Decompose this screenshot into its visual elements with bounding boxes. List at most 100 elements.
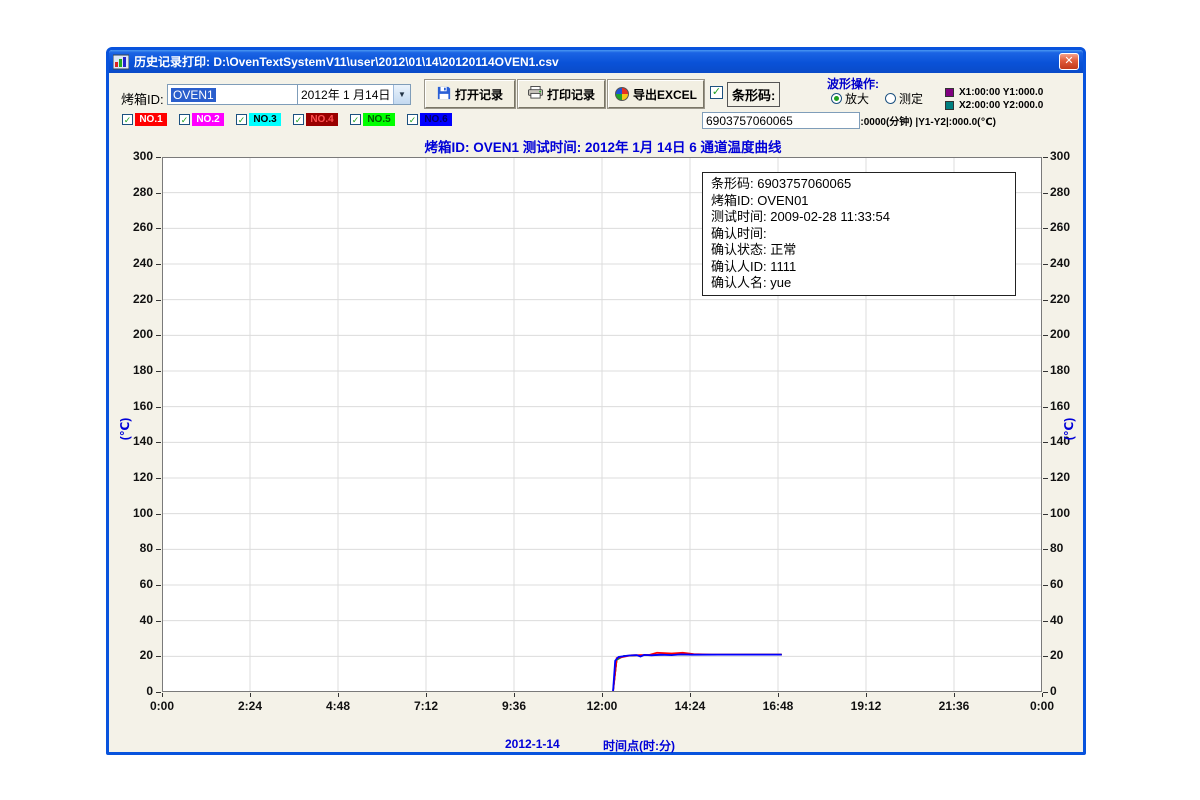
channel-toggles: ✓NO.1✓NO.2✓NO.3✓NO.4✓NO.5✓NO.6 xyxy=(122,113,542,128)
tick-mark xyxy=(1043,335,1048,336)
printer-icon xyxy=(528,86,543,102)
info-line: 条形码: 6903757060065 xyxy=(711,176,1007,193)
oven-id-value: OVEN1 xyxy=(168,88,303,102)
channel-toggle-no4[interactable]: ✓NO.4 xyxy=(293,113,338,126)
barcode-input[interactable] xyxy=(702,112,860,129)
tick-mark xyxy=(1043,621,1048,622)
y-tick-label: 120 xyxy=(1050,470,1086,484)
tick-mark xyxy=(1043,585,1048,586)
channel-label: NO.1 xyxy=(135,113,167,126)
print-record-button[interactable]: 打印记录 xyxy=(518,80,605,108)
y-tick-label: 200 xyxy=(1050,327,1086,341)
y-tick-label: 100 xyxy=(117,506,153,520)
checkbox-icon[interactable]: ✓ xyxy=(122,114,133,125)
y-tick-label: 260 xyxy=(117,220,153,234)
close-button[interactable]: ✕ xyxy=(1059,53,1079,70)
title-bar[interactable]: 历史记录打印: D:\OvenTextSystemV11\user\2012\0… xyxy=(109,50,1083,73)
open-record-button[interactable]: 打开记录 xyxy=(425,80,515,108)
tick-mark xyxy=(156,442,161,443)
x-axis-label: 时间点(时:分) xyxy=(603,737,675,754)
barcode-label: 条形码: xyxy=(727,82,780,107)
tick-mark xyxy=(1043,300,1048,301)
date-select[interactable]: 2012年 1 月14日 ▼ xyxy=(297,84,411,105)
oven-id-label: 烤箱ID: xyxy=(121,89,164,108)
channel-toggle-no6[interactable]: ✓NO.6 xyxy=(407,113,452,126)
y-tick-label: 0 xyxy=(1050,684,1086,698)
y-tick-label: 60 xyxy=(117,577,153,591)
tick-mark xyxy=(426,693,427,697)
tick-mark xyxy=(156,514,161,515)
tick-mark xyxy=(1043,193,1048,194)
chevron-down-icon[interactable]: ▼ xyxy=(393,85,410,104)
tick-mark xyxy=(156,264,161,265)
tick-mark xyxy=(1043,228,1048,229)
tick-mark xyxy=(866,693,867,697)
tick-mark xyxy=(690,693,691,697)
checkbox-icon[interactable]: ✓ xyxy=(179,114,190,125)
tick-mark xyxy=(250,693,251,697)
tick-mark xyxy=(1043,478,1048,479)
zoom-radio-group[interactable]: 放大 xyxy=(831,90,869,107)
y-tick-label: 40 xyxy=(117,613,153,627)
channel-toggle-no2[interactable]: ✓NO.2 xyxy=(179,113,224,126)
y-tick-label: 220 xyxy=(117,292,153,306)
y-tick-label: 300 xyxy=(1050,149,1086,163)
tick-mark xyxy=(156,300,161,301)
y-tick-label: 240 xyxy=(117,256,153,270)
tick-mark xyxy=(778,693,779,697)
info-line: 测试时间: 2009-02-28 11:33:54 xyxy=(711,209,1007,226)
window-title: 历史记录打印: D:\OvenTextSystemV11\user\2012\0… xyxy=(134,53,559,70)
x-axis-date-label: 2012-1-14 xyxy=(505,737,560,751)
tick-mark xyxy=(1043,264,1048,265)
open-record-label: 打开记录 xyxy=(455,86,503,103)
zoom-radio[interactable] xyxy=(831,93,842,104)
tick-mark xyxy=(1043,371,1048,372)
info-line: 确认人ID: 1111 xyxy=(711,259,1007,276)
barcode-checkbox[interactable]: ✓ xyxy=(710,86,723,99)
tick-mark xyxy=(156,157,161,158)
y-tick-label: 120 xyxy=(117,470,153,484)
cursor1-readout: X1:00:00 Y1:000.0 xyxy=(959,87,1043,98)
checkbox-icon[interactable]: ✓ xyxy=(236,114,247,125)
tick-mark xyxy=(156,478,161,479)
tick-mark xyxy=(156,656,161,657)
y-tick-label: 200 xyxy=(117,327,153,341)
y-tick-label: 160 xyxy=(117,399,153,413)
cursor2-color-swatch xyxy=(945,101,954,110)
date-value: 2012年 1 月14日 xyxy=(298,86,393,103)
x-tick-label: 2:24 xyxy=(225,699,275,713)
tick-mark xyxy=(1043,514,1048,515)
channel-label: NO.2 xyxy=(192,113,224,126)
y-tick-label: 0 xyxy=(117,684,153,698)
measure-radio[interactable] xyxy=(885,93,896,104)
tick-mark xyxy=(156,371,161,372)
app-window: 历史记录打印: D:\OvenTextSystemV11\user\2012\0… xyxy=(106,47,1086,755)
x-tick-label: 9:36 xyxy=(489,699,539,713)
x-tick-label: 19:12 xyxy=(841,699,891,713)
y-tick-label: 280 xyxy=(117,185,153,199)
y-tick-label: 180 xyxy=(117,363,153,377)
x-tick-label: 0:00 xyxy=(137,699,187,713)
x-tick-label: 7:12 xyxy=(401,699,451,713)
y-tick-label: 300 xyxy=(117,149,153,163)
checkbox-icon[interactable]: ✓ xyxy=(350,114,361,125)
y-tick-label: 240 xyxy=(1050,256,1086,270)
tick-mark xyxy=(156,193,161,194)
tick-mark xyxy=(156,228,161,229)
info-line: 烤箱ID: OVEN01 xyxy=(711,193,1007,210)
checkbox-icon[interactable]: ✓ xyxy=(407,114,418,125)
zoom-radio-label: 放大 xyxy=(845,90,869,107)
y-tick-label: 280 xyxy=(1050,185,1086,199)
channel-toggle-no3[interactable]: ✓NO.3 xyxy=(236,113,281,126)
channel-toggle-no1[interactable]: ✓NO.1 xyxy=(122,113,167,126)
channel-toggle-no5[interactable]: ✓NO.5 xyxy=(350,113,395,126)
export-excel-button[interactable]: 导出EXCEL xyxy=(608,80,704,108)
x-tick-label: 21:36 xyxy=(929,699,979,713)
measure-radio-label: 测定 xyxy=(899,90,923,107)
measure-radio-group[interactable]: 测定 xyxy=(885,90,923,107)
checkbox-icon[interactable]: ✓ xyxy=(293,114,304,125)
y-axis-unit-left: (℃) xyxy=(118,413,132,445)
y-tick-label: 20 xyxy=(117,648,153,662)
channel-label: NO.6 xyxy=(420,113,452,126)
floppy-icon xyxy=(437,86,451,103)
